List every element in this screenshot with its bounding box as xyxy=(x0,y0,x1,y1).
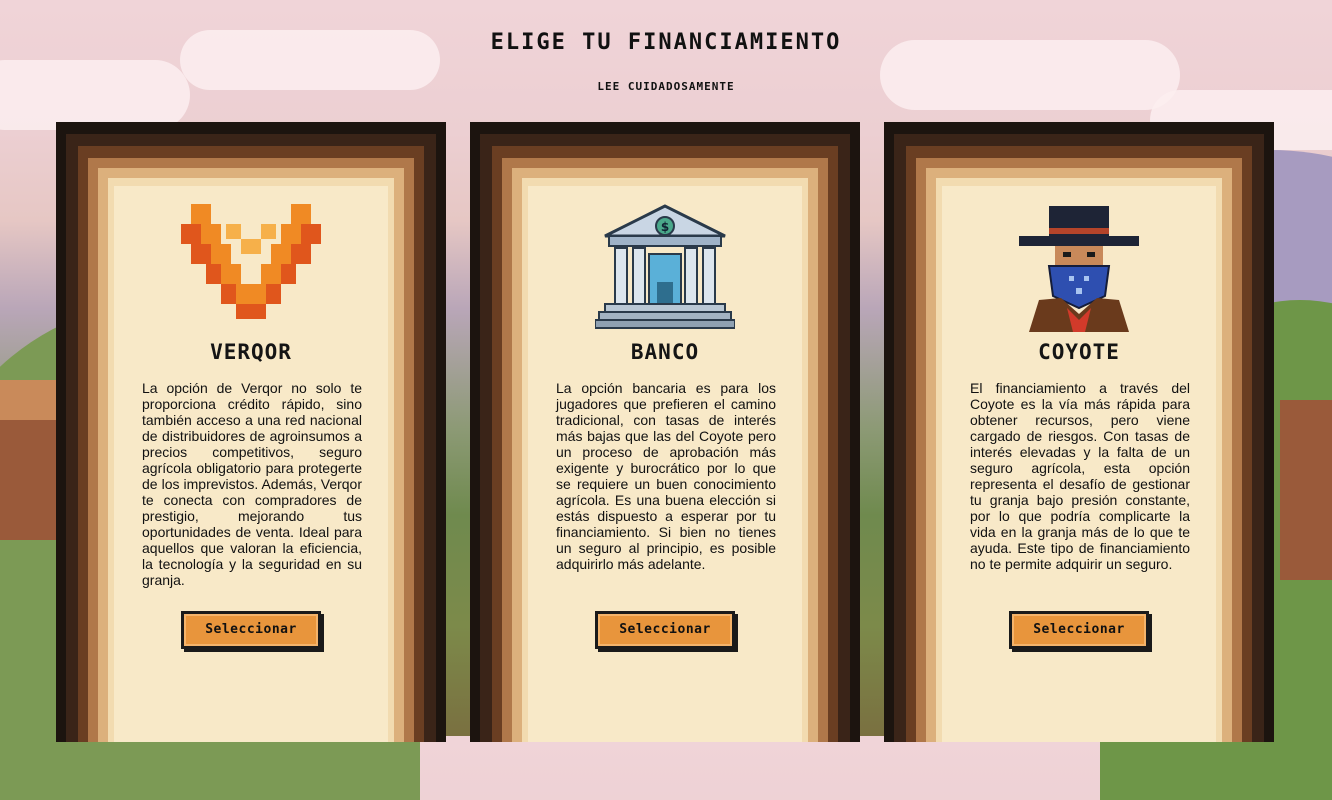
bank-building-icon: $ xyxy=(595,204,735,329)
page-subtitle: LEE CUIDADOSAMENTE xyxy=(597,80,735,93)
option-card-verqor: VERQOR La opción de Verqor no solo te pr… xyxy=(56,122,446,742)
select-coyote-button[interactable]: Seleccionar xyxy=(1009,611,1149,649)
option-description: El financiamiento a través del Coyote es… xyxy=(970,380,1190,572)
verqor-logo-icon xyxy=(181,204,321,319)
select-banco-button[interactable]: Seleccionar xyxy=(595,611,735,649)
option-card-banco: $ BANCO La opción bancaria es para los j… xyxy=(470,122,860,742)
option-name: VERQOR xyxy=(210,340,292,364)
option-card-coyote: COYOTE El financiamiento a través del Co… xyxy=(884,122,1274,742)
svg-text:$: $ xyxy=(661,220,669,234)
option-name: BANCO xyxy=(630,340,700,364)
option-name: COYOTE xyxy=(1038,340,1120,364)
bandit-coyote-icon xyxy=(1019,206,1139,332)
option-description: La opción bancaria es para los jugadores… xyxy=(556,380,776,572)
option-description: La opción de Verqor no solo te proporcio… xyxy=(142,380,362,588)
page-title: ELIGE TU FINANCIAMIENTO xyxy=(490,30,842,55)
select-verqor-button[interactable]: Seleccionar xyxy=(181,611,321,649)
